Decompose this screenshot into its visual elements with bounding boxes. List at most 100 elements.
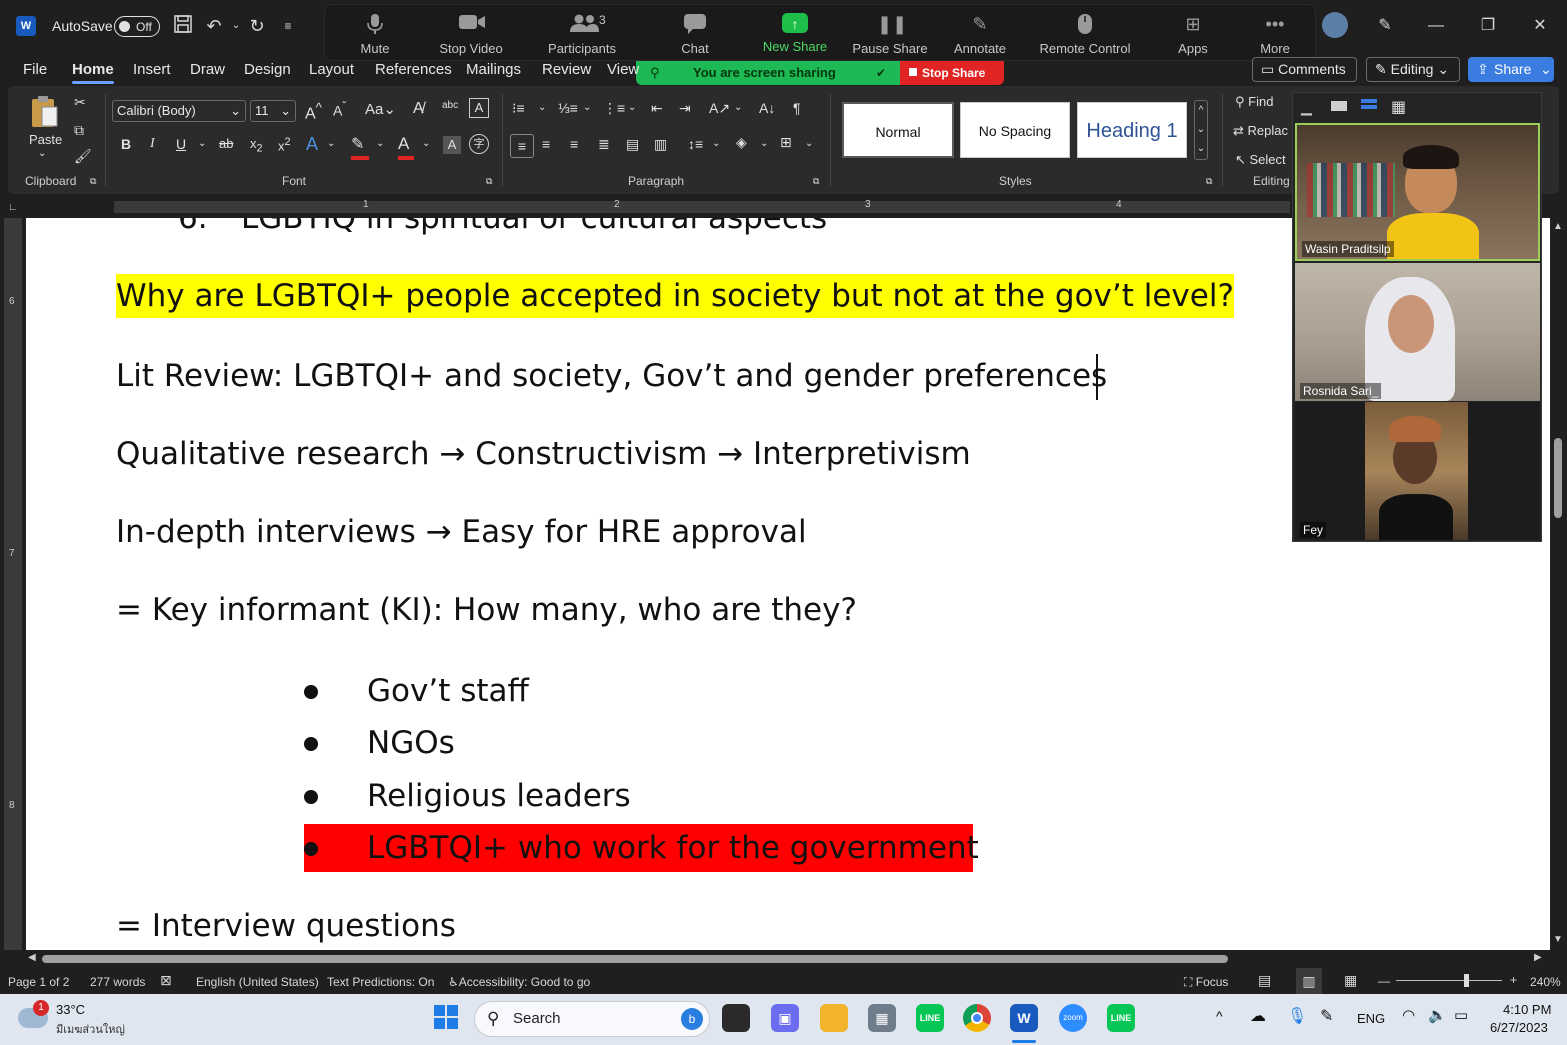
apps-button[interactable]: ⊞ Apps [1173, 5, 1213, 62]
focus-button[interactable]: ⛶ Focus [1184, 975, 1228, 990]
style-heading-1[interactable]: Heading 1 [1077, 102, 1187, 158]
windows-start-icon[interactable] [432, 1004, 460, 1032]
clipboard-launcher-icon[interactable]: ⧉ [90, 176, 96, 187]
print-layout-icon[interactable]: ▥ [1296, 968, 1322, 994]
zoom-in-icon[interactable]: + [1510, 973, 1517, 987]
grow-font-icon[interactable]: A^ [305, 100, 322, 123]
tab-draw[interactable]: Draw [190, 61, 225, 78]
tab-insert[interactable]: Insert [133, 61, 171, 78]
multilevel-list-icon[interactable]: ⋮≡ [603, 100, 625, 117]
font-launcher-icon[interactable]: ⧉ [486, 176, 492, 187]
show-marks-icon[interactable]: ¶ [793, 100, 801, 116]
styles-scroll-icon[interactable]: ^ ⌄ ⌄ [1194, 100, 1208, 160]
text-direction-dropdown-icon[interactable]: ⌄ [734, 102, 742, 113]
tab-references[interactable]: References [375, 61, 452, 78]
distributed-icon[interactable]: ▤ [626, 136, 639, 153]
scroll-right-icon[interactable]: ▶ [1534, 952, 1542, 963]
paste-dropdown-icon[interactable]: ⌄ [38, 148, 46, 159]
clock-date[interactable]: 6/27/2023 [1490, 1020, 1548, 1035]
zoom-app-icon[interactable]: zoom [1059, 1004, 1087, 1032]
character-border-icon[interactable]: A [469, 98, 489, 118]
strip-view-icon[interactable] [1361, 99, 1377, 113]
align-right-icon[interactable]: ≡ [570, 136, 578, 152]
character-shading-icon[interactable]: A [443, 136, 461, 154]
show-hidden-icons-icon[interactable]: ^ [1216, 1008, 1223, 1024]
copy-icon[interactable]: ⧉ [74, 122, 84, 139]
columns-icon[interactable]: ▥ [654, 136, 667, 153]
align-center-icon[interactable]: ≡ [542, 136, 550, 152]
text-direction-icon[interactable]: A↗ [709, 100, 730, 117]
stop-share-button[interactable]: Stop Share [900, 61, 1004, 85]
share-button[interactable]: ⇪ Share ⌄ [1468, 57, 1554, 82]
vertical-scrollbar[interactable]: ▲ ▼ [1550, 218, 1567, 950]
file-explorer-icon[interactable] [820, 1004, 848, 1032]
paste-button[interactable]: Paste [29, 132, 62, 147]
style-no-spacing[interactable]: No Spacing [960, 102, 1070, 158]
tab-review[interactable]: Review [542, 61, 591, 78]
editing-mode-button[interactable]: ✎ Editing ⌄ [1366, 57, 1460, 82]
highlight-dropdown-icon[interactable]: ⌄ [376, 138, 384, 149]
bold-icon[interactable]: B [121, 136, 131, 152]
decrease-indent-icon[interactable]: ⇤ [651, 100, 663, 117]
cut-icon[interactable]: ✂ [74, 94, 86, 111]
font-color-dropdown-icon[interactable]: ⌄ [422, 138, 430, 149]
scroll-down-icon[interactable]: ▼ [1553, 934, 1563, 945]
onedrive-icon[interactable]: ☁ [1250, 1006, 1266, 1026]
tab-home[interactable]: Home [72, 61, 114, 84]
annotate-button[interactable]: ✎ Annotate [949, 5, 1011, 62]
multilevel-dropdown-icon[interactable]: ⌄ [628, 102, 636, 113]
bullets-dropdown-icon[interactable]: ⌄ [538, 102, 546, 113]
word-count[interactable]: 277 words [90, 975, 145, 989]
paste-clipboard-icon[interactable] [28, 94, 60, 134]
increase-indent-icon[interactable]: ⇥ [679, 100, 691, 117]
teams-chat-icon[interactable]: ▣ [771, 1004, 799, 1032]
language-status[interactable]: English (United States) [196, 975, 319, 989]
video-tile[interactable]: Fey [1295, 402, 1540, 540]
line-app-icon[interactable]: LINE [916, 1004, 944, 1032]
pen-tray-icon[interactable]: ✎ [1320, 1006, 1333, 1026]
weather-description[interactable]: มีเมฆส่วนใหญ่ [56, 1020, 125, 1038]
zoom-video-panel[interactable]: ▁ ▦ Wasin Praditsilp Rosnida Sari_ Fey [1292, 92, 1542, 542]
style-normal[interactable]: Normal [842, 102, 954, 158]
line-spacing-dropdown-icon[interactable]: ⌄ [712, 138, 720, 149]
tab-file[interactable]: File [23, 61, 47, 78]
close-icon[interactable]: ✕ [1528, 14, 1552, 38]
chrome-icon[interactable] [963, 1004, 991, 1032]
more-button[interactable]: ••• More [1255, 5, 1295, 62]
justify-icon[interactable]: ≣ [598, 136, 610, 153]
select-button[interactable]: ↖ Select [1235, 152, 1286, 168]
page-count[interactable]: Page 1 of 2 [8, 975, 69, 989]
web-layout-icon[interactable]: ▦ [1344, 972, 1357, 989]
read-mode-icon[interactable]: ▤ [1258, 972, 1271, 989]
video-tile[interactable]: Rosnida Sari_ [1295, 263, 1540, 401]
calculator-icon[interactable]: ▦ [868, 1004, 896, 1032]
tab-view[interactable]: View [607, 61, 639, 78]
customize-qat-icon[interactable]: ≡ [276, 14, 300, 38]
italic-icon[interactable]: I [150, 136, 155, 152]
format-painter-icon[interactable]: 🖌 [74, 148, 92, 165]
phonetic-guide-icon[interactable]: abc [442, 100, 458, 111]
font-name-dropdown[interactable]: Calibri (Body) ⌄ [112, 100, 246, 122]
line-spacing-icon[interactable]: ↕≡ [688, 136, 703, 152]
find-button[interactable]: ⚲ Find [1235, 94, 1273, 110]
video-tile[interactable]: Wasin Praditsilp [1295, 123, 1540, 261]
underline-icon[interactable]: U [176, 136, 186, 152]
microphone-tray-icon[interactable]: 🎙 [1287, 1006, 1307, 1026]
save-icon[interactable] [171, 14, 195, 38]
redo-icon[interactable]: ↻ [245, 14, 269, 38]
numbering-dropdown-icon[interactable]: ⌄ [583, 102, 591, 113]
autosave-toggle[interactable]: Off [114, 16, 160, 37]
remote-control-button[interactable]: Remote Control [1035, 5, 1135, 62]
subscript-icon[interactable]: x2 [250, 136, 263, 155]
zoom-out-icon[interactable]: — [1378, 974, 1390, 988]
accessibility-status[interactable]: ♿Accessibility: Good to go [448, 975, 590, 989]
battery-icon[interactable]: ▭ [1454, 1006, 1468, 1024]
scroll-left-icon[interactable]: ◀ [28, 952, 36, 963]
horizontal-scrollbar[interactable]: ◀ ▶ [24, 950, 1550, 968]
shading-dropdown-icon[interactable]: ⌄ [760, 138, 768, 149]
input-language[interactable]: ENG [1357, 1011, 1385, 1026]
minimize-icon[interactable]: — [1424, 14, 1448, 38]
zoom-slider-thumb[interactable] [1464, 974, 1469, 987]
proofing-icon[interactable]: ⊠ [160, 972, 172, 989]
font-size-dropdown[interactable]: 11 ⌄ [250, 100, 296, 122]
